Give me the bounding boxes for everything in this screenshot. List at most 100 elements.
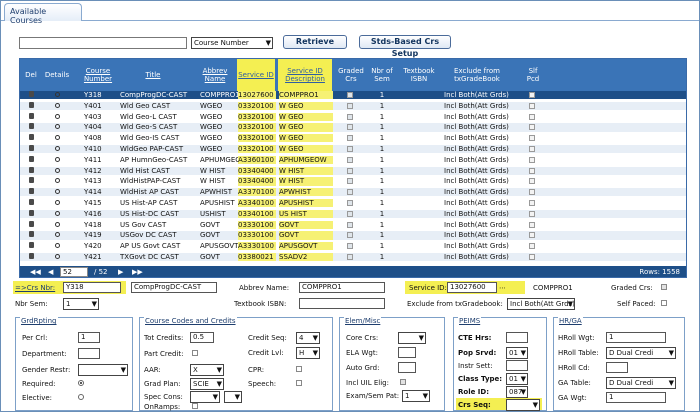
trash-icon[interactable] bbox=[24, 242, 38, 250]
department-field[interactable] bbox=[78, 348, 100, 359]
pop-srvd-select[interactable]: 01 ▼ bbox=[506, 347, 528, 359]
graded-checkbox[interactable] bbox=[342, 253, 358, 261]
course-title-field[interactable]: CompProgDC-CAST bbox=[131, 282, 217, 293]
exam-select[interactable]: 1 ▼ bbox=[402, 390, 430, 402]
table-row[interactable]: Y416 US Hist-DC CAST USHIST 03340100 US HIST… bbox=[20, 209, 686, 218]
magnifier-icon[interactable] bbox=[48, 253, 66, 261]
graded-checkbox[interactable] bbox=[342, 177, 358, 185]
graded-checkbox[interactable] bbox=[342, 231, 358, 239]
self-paced-checkbox[interactable] bbox=[524, 145, 540, 153]
self-paced-checkbox[interactable] bbox=[524, 134, 540, 142]
trash-icon[interactable] bbox=[24, 91, 38, 99]
trash-icon[interactable] bbox=[24, 209, 38, 218]
elective-radio[interactable] bbox=[78, 394, 84, 400]
table-row[interactable]: Y410 WldGeo PAP-CAST WGEO 03320100 W GEO 1 Inc… bbox=[20, 145, 686, 154]
graded-checkbox[interactable] bbox=[342, 199, 358, 207]
per-crl-field[interactable]: 1 bbox=[78, 332, 100, 343]
table-row[interactable]: Y420 AP US Govt CAST APUSGOVT A3330100 APUSG… bbox=[20, 242, 686, 251]
ga-wgt-field[interactable]: 1 bbox=[606, 392, 666, 403]
trash-icon[interactable] bbox=[24, 134, 38, 142]
magnifier-icon[interactable] bbox=[48, 199, 66, 207]
magnifier-icon[interactable] bbox=[48, 123, 66, 131]
table-row[interactable]: Y403 Wld Geo-L CAST WGEO 03320100 W GEO 1 Incl… bbox=[20, 112, 686, 121]
graded-checkbox[interactable] bbox=[342, 242, 358, 250]
magnifier-icon[interactable] bbox=[48, 167, 66, 175]
first-page-icon[interactable]: ◀◀ bbox=[30, 266, 41, 277]
role-id-select[interactable]: 087 ▼ bbox=[506, 386, 528, 398]
credit-lvl-select[interactable]: H ▼ bbox=[296, 347, 320, 359]
table-row[interactable]: Y421 TXGovt DC CAST GOVT 03380021 SSADV2 1 Inc… bbox=[20, 253, 686, 262]
cte-hrs-field[interactable] bbox=[506, 332, 528, 343]
graded-checkbox[interactable] bbox=[342, 113, 358, 121]
trash-icon[interactable] bbox=[24, 188, 38, 196]
core-crs-select[interactable]: ▼ bbox=[398, 332, 426, 344]
table-row[interactable]: Y411 AP HumnGeo-CAST APHUMGEO A3360100 APHUM… bbox=[20, 155, 686, 164]
graded-checkbox[interactable] bbox=[342, 210, 358, 218]
spec-cons-select-1[interactable]: ▼ bbox=[190, 391, 220, 403]
self-paced-checkbox[interactable] bbox=[524, 210, 540, 218]
ela-wgt-field[interactable] bbox=[398, 347, 416, 358]
self-paced-checkbox[interactable] bbox=[524, 113, 540, 121]
self-paced-checkbox[interactable] bbox=[524, 253, 540, 261]
graded-checkbox[interactable] bbox=[342, 134, 358, 142]
self-paced-checkbox[interactable] bbox=[524, 167, 540, 175]
onramps-checkbox[interactable] bbox=[192, 403, 198, 409]
magnifier-icon[interactable] bbox=[48, 102, 66, 110]
trash-icon[interactable] bbox=[24, 253, 38, 261]
magnifier-icon[interactable] bbox=[48, 177, 66, 185]
tot-credits-field[interactable]: 0.5 bbox=[190, 332, 214, 343]
magnifier-icon[interactable] bbox=[48, 145, 66, 153]
table-row[interactable]: Y408 Wld Geo-IS CAST WGEO 03320100 W GEO 1 Inc… bbox=[20, 134, 686, 143]
graded-checkbox[interactable] bbox=[342, 145, 358, 153]
crs-nbr-field[interactable]: Y318 bbox=[63, 282, 121, 293]
table-row[interactable]: Y412 Wld Hist CAST W HIST 03340400 W HIST 1 In… bbox=[20, 166, 686, 175]
self-paced-checkbox[interactable] bbox=[524, 91, 540, 99]
magnifier-icon[interactable] bbox=[48, 210, 66, 218]
table-row[interactable]: Y415 US Hist-AP CAST APUSHIST A3340100 APUSH… bbox=[20, 199, 686, 208]
table-row[interactable]: Y318 CompProgDC-CAST COMPPRO1 13027600 COMPP… bbox=[20, 91, 686, 100]
service-lookup-icon[interactable]: ⋯ bbox=[499, 284, 506, 292]
auto-grd-field[interactable] bbox=[398, 362, 416, 373]
table-row[interactable]: Y419 USGov DC CAST GOVT 03330100 GOVT 1 Incl B… bbox=[20, 231, 686, 240]
magnifier-icon[interactable] bbox=[48, 242, 66, 250]
search-input[interactable] bbox=[19, 37, 187, 49]
prev-page-icon[interactable]: ◀ bbox=[48, 266, 53, 277]
trash-icon[interactable] bbox=[24, 166, 38, 175]
magnifier-icon[interactable] bbox=[48, 134, 66, 142]
next-page-icon[interactable]: ▶ bbox=[118, 266, 123, 277]
table-row[interactable]: Y404 Wld Geo-S CAST WGEO 03320100 W GEO 1 Incl… bbox=[20, 123, 686, 132]
self-paced-checkbox[interactable] bbox=[524, 231, 540, 239]
class-type-select[interactable]: 01 ▼ bbox=[506, 373, 528, 385]
credit-seq-select[interactable]: 4 ▼ bbox=[296, 332, 320, 344]
col-service-id[interactable]: Service ID bbox=[237, 59, 275, 91]
self-paced-checkbox[interactable] bbox=[524, 156, 540, 164]
graded-checkbox[interactable] bbox=[342, 123, 358, 131]
tab-available-courses[interactable]: Available Courses bbox=[4, 3, 82, 25]
trash-icon[interactable] bbox=[24, 123, 38, 131]
trash-icon[interactable] bbox=[24, 101, 38, 110]
exclude-select[interactable]: Incl Both(Att Grds) ▼ bbox=[507, 298, 575, 310]
table-row[interactable]: Y401 Wld Geo CAST WGEO 03320100 W GEO 1 Incl B… bbox=[20, 101, 686, 110]
col-service-desc[interactable]: Service ID Description bbox=[278, 59, 332, 91]
search-field-select[interactable]: Course Number ▼ bbox=[191, 37, 273, 49]
magnifier-icon[interactable] bbox=[48, 231, 66, 239]
self-paced-checkbox[interactable] bbox=[524, 221, 540, 229]
part-credit-checkbox[interactable] bbox=[192, 350, 198, 356]
graded-checkbox[interactable] bbox=[342, 188, 358, 196]
grad-plan-select[interactable]: SCIE ▼ bbox=[190, 378, 224, 390]
trash-icon[interactable] bbox=[24, 145, 38, 153]
trash-icon[interactable] bbox=[24, 112, 38, 121]
graded-checkbox[interactable] bbox=[342, 156, 358, 164]
instr-sett-field[interactable] bbox=[506, 360, 528, 371]
self-paced-checkbox[interactable] bbox=[524, 242, 540, 250]
nbr-sem-select[interactable]: 1 ▼ bbox=[63, 298, 99, 310]
graded-checkbox[interactable] bbox=[342, 167, 358, 175]
table-row[interactable]: Y414 WldHist AP CAST APWHIST A3370100 APWHIS… bbox=[20, 188, 686, 197]
aar-select[interactable]: X ▼ bbox=[190, 364, 224, 376]
col-title[interactable]: Title bbox=[120, 59, 186, 91]
trash-icon[interactable] bbox=[24, 199, 38, 207]
magnifier-icon[interactable] bbox=[48, 113, 66, 121]
trash-icon[interactable] bbox=[24, 231, 38, 239]
cpr-checkbox[interactable] bbox=[296, 366, 302, 372]
hroll-table-select[interactable]: D Dual Credi ▼ bbox=[606, 347, 676, 359]
